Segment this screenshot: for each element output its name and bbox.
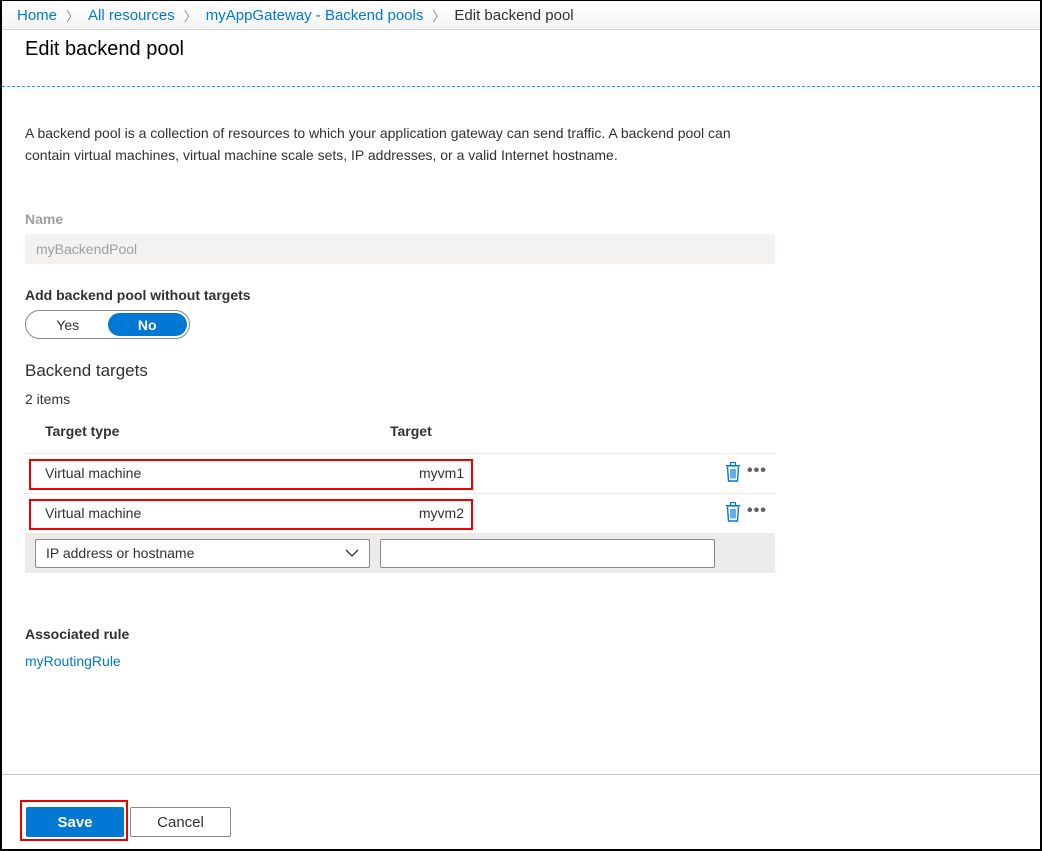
chevron-down-icon [345,549,359,557]
without-targets-label: Add backend pool without targets [25,287,251,303]
footer-divider [2,774,1040,775]
column-header-target: Target [390,423,432,439]
cell-target-type: Virtual machine [45,465,142,481]
without-targets-toggle[interactable]: Yes No [25,310,190,339]
cell-target: myvm1 [419,465,464,481]
target-type-select-value: IP address or hostname [46,545,195,561]
cell-target: myvm2 [418,505,464,521]
more-options-icon[interactable]: ••• [747,503,767,519]
name-label: Name [25,211,64,227]
breadcrumb-all-resources[interactable]: All resources [88,7,175,24]
more-options-icon[interactable]: ••• [747,463,767,479]
breadcrumb-current: Edit backend pool [454,6,574,24]
trash-icon[interactable] [724,462,742,482]
breadcrumb: Home 〉 All resources 〉 myAppGateway - Ba… [2,1,1040,30]
targets-grid-header: Target type Target [25,423,775,453]
page-description: A backend pool is a collection of resour… [25,125,731,163]
name-field: myBackendPool [25,234,775,264]
trash-icon[interactable] [724,502,742,522]
toggle-no-option[interactable]: No [107,313,187,336]
toggle-yes-option[interactable]: Yes [28,313,108,336]
new-target-row: IP address or hostname [25,533,775,573]
page-title: Edit backend pool [25,38,185,60]
column-header-target-type: Target type [45,423,120,439]
chevron-right-icon: 〉 [66,8,80,24]
save-button[interactable]: Save [26,807,124,837]
cell-target-type: Virtual machine [45,505,142,521]
target-type-select[interactable]: IP address or hostname [35,539,370,568]
associated-rule-label: Associated rule [25,626,130,642]
table-row[interactable]: Virtual machine myvm2 ••• [25,493,775,533]
chevron-right-icon: 〉 [183,8,197,24]
breadcrumb-backend-pools[interactable]: myAppGateway - Backend pools [206,7,424,24]
associated-rule-link[interactable]: myRoutingRule [25,653,121,669]
table-row[interactable]: Virtual machine myvm1 ••• [25,453,775,493]
title-divider [2,86,1040,87]
items-count: 2 items [25,391,71,407]
cancel-button[interactable]: Cancel [130,807,231,837]
breadcrumb-home[interactable]: Home [17,7,57,24]
edit-backend-pool-blade: Home 〉 All resources 〉 myAppGateway - Ba… [0,0,1042,851]
chevron-right-icon: 〉 [432,8,446,24]
target-input[interactable] [380,539,715,568]
backend-targets-title: Backend targets [25,361,148,380]
